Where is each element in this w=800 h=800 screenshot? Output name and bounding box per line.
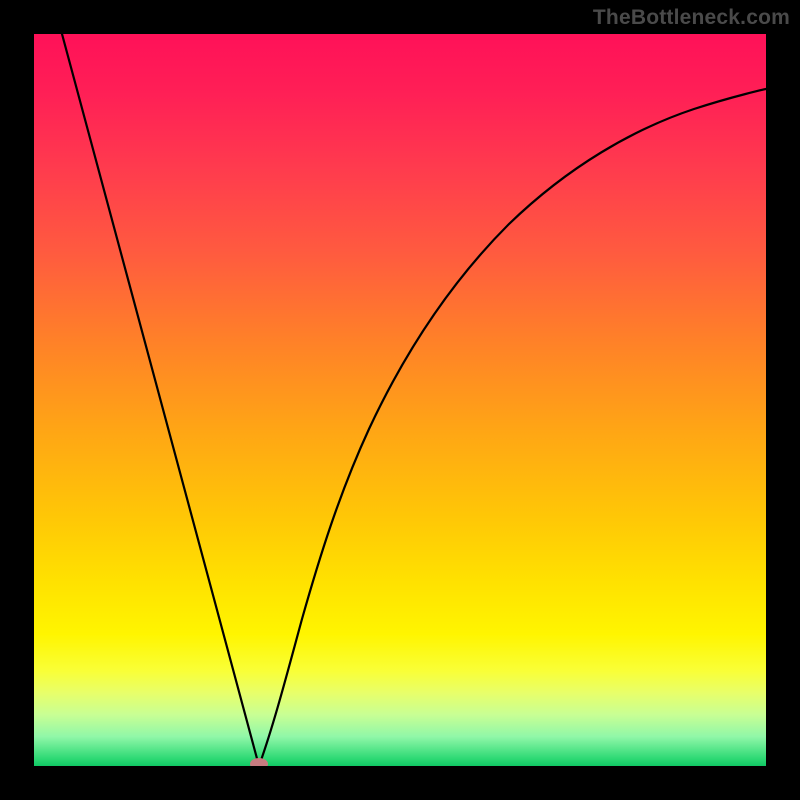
chart-frame: TheBottleneck.com [0, 0, 800, 800]
curve-left-branch [62, 34, 259, 766]
watermark-text: TheBottleneck.com [593, 6, 790, 30]
plot-area [34, 34, 766, 766]
bottleneck-curve [34, 34, 766, 766]
curve-right-branch [259, 89, 766, 766]
optimal-point-marker [250, 758, 268, 766]
